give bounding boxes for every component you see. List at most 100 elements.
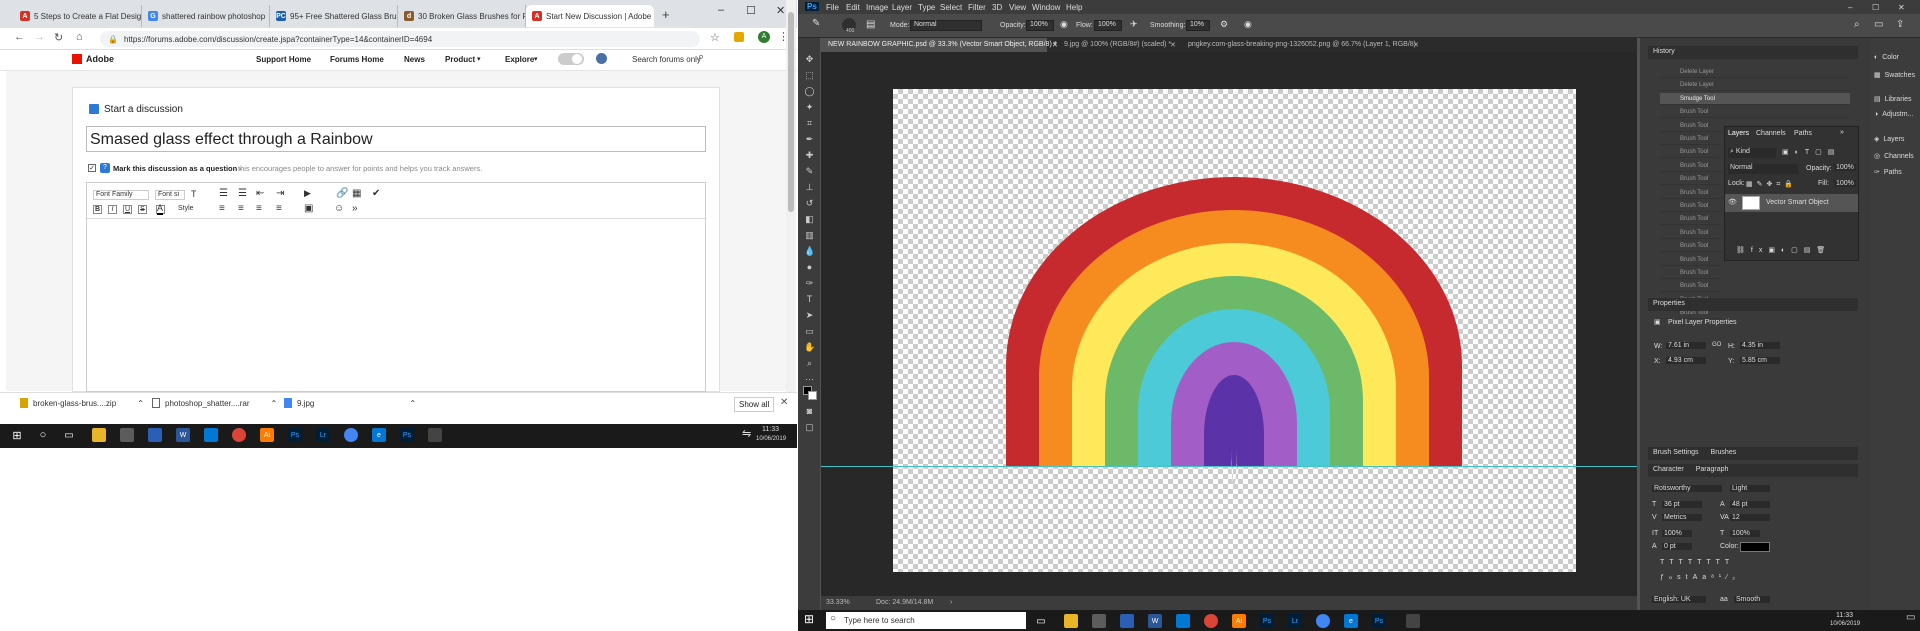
address-bar[interactable]: 🔒 https://forums.adobe.com/discussion/cre…: [100, 31, 700, 47]
photos-icon[interactable]: [1406, 614, 1420, 628]
minimize-icon[interactable]: –: [718, 4, 724, 16]
type-tool-icon[interactable]: T: [804, 294, 815, 305]
outdent-icon[interactable]: ⇤: [256, 188, 264, 199]
panel-color[interactable]: ◐ Color: [1874, 54, 1899, 61]
browser-tab[interactable]: Gshattered rainbow photoshop✕: [142, 5, 270, 27]
cortana-icon[interactable]: ○: [36, 428, 50, 442]
user-avatar-icon[interactable]: [596, 53, 607, 64]
spellcheck-icon[interactable]: ✔: [372, 188, 380, 199]
link-proportions-button[interactable]: GO: [1712, 342, 1721, 348]
close-icon[interactable]: ✕: [1170, 41, 1176, 49]
link-icon[interactable]: 🔗: [336, 188, 348, 199]
y-input[interactable]: 5.85 cm: [1740, 357, 1780, 364]
stamp-tool-icon[interactable]: ⊥: [804, 182, 815, 193]
justify-icon[interactable]: ≡: [276, 203, 282, 214]
show-all-button[interactable]: Show all: [734, 397, 775, 412]
history-item[interactable]: Brush Tool: [1660, 280, 1722, 293]
scrollbar[interactable]: [786, 0, 796, 392]
font-weight-select[interactable]: Light: [1730, 485, 1770, 492]
star-icon[interactable]: ☆: [710, 31, 720, 44]
history-item[interactable]: Brush Tool: [1660, 267, 1722, 279]
lightroom-icon[interactable]: Lr: [1288, 614, 1302, 628]
panel-adjustments[interactable]: ◑ Adjustm...: [1874, 111, 1913, 118]
menu-image[interactable]: Image: [866, 3, 888, 12]
antialias-select[interactable]: Smooth: [1734, 596, 1770, 603]
network-icon[interactable]: ⇋: [742, 427, 751, 440]
task-view-icon[interactable]: ▭: [1034, 614, 1048, 628]
style-select[interactable]: Style: [178, 205, 194, 212]
close-window-icon[interactable]: ✕: [776, 4, 785, 17]
history-item[interactable]: Brush Tool: [1660, 120, 1722, 132]
fill-input[interactable]: 100%: [1834, 180, 1856, 187]
close-icon[interactable]: ✕: [1052, 41, 1058, 49]
magic-wand-tool-icon[interactable]: ✦: [804, 102, 815, 113]
browser-tab[interactable]: d30 Broken Glass Brushes for P✕: [398, 5, 526, 27]
chevron-up-icon[interactable]: ⌃: [271, 399, 278, 408]
panel-libraries[interactable]: ▤ Libraries: [1874, 95, 1911, 104]
lightroom-icon[interactable]: Lr: [316, 428, 330, 442]
menu-window[interactable]: Window: [1032, 3, 1060, 12]
tracking-input[interactable]: 12: [1730, 514, 1770, 521]
toggle-switch[interactable]: [558, 53, 584, 65]
layer-filter-icons[interactable]: ▣◐T▢▤: [1782, 148, 1840, 156]
illustrator-icon[interactable]: Ai: [260, 428, 274, 442]
menu-select[interactable]: Select: [940, 3, 962, 12]
history-item[interactable]: Brush Tool: [1660, 213, 1722, 226]
adobe-logo-text[interactable]: Adobe: [86, 54, 114, 64]
maximize-icon[interactable]: ☐: [746, 4, 756, 17]
nav-forums-home[interactable]: Forums Home: [330, 55, 384, 64]
x-input[interactable]: 4.93 cm: [1666, 357, 1706, 364]
history-title[interactable]: History: [1653, 48, 1675, 55]
collapse-icon[interactable]: »: [1840, 129, 1844, 136]
file-explorer-icon[interactable]: [92, 428, 106, 442]
store-icon[interactable]: [120, 428, 134, 442]
profile-avatar[interactable]: A: [758, 31, 770, 43]
history-item[interactable]: Smudge Tool: [1660, 92, 1850, 105]
question-checkbox[interactable]: ✓: [88, 164, 96, 172]
chevron-up-icon[interactable]: ⌃: [409, 399, 416, 408]
panel-channels[interactable]: ◎ Channels: [1874, 152, 1914, 161]
pen-tool-icon[interactable]: ✑: [804, 278, 815, 289]
word-icon[interactable]: W: [176, 428, 190, 442]
opacity-input[interactable]: 100%: [1026, 20, 1054, 31]
back-icon[interactable]: ←: [14, 31, 25, 43]
more-icon[interactable]: »: [352, 203, 358, 214]
forward-icon[interactable]: →: [34, 31, 45, 43]
doc-tab-label[interactable]: NEW RAINBOW GRAPHIC.psd @ 33.3% (Vector …: [828, 41, 1056, 48]
layer-footer-icons[interactable]: ⛓fx▣◐▢▤🗑: [1736, 246, 1831, 254]
emoji-icon[interactable]: ☺: [334, 203, 344, 214]
nav-support-home[interactable]: Support Home: [256, 55, 311, 64]
panel-paths[interactable]: ✑ Paths: [1874, 168, 1902, 177]
search-input[interactable]: Search forums only: [632, 55, 701, 64]
new-tab-button[interactable]: +: [662, 7, 670, 22]
mode-select[interactable]: Normal: [910, 20, 982, 31]
ps-close-icon[interactable]: ✕: [1898, 3, 1905, 12]
more-tools-icon[interactable]: ⋯: [804, 374, 815, 385]
chrome-icon[interactable]: [232, 428, 246, 442]
history-item[interactable]: Brush Tool: [1660, 200, 1722, 212]
bold-button[interactable]: B: [93, 205, 102, 214]
opentype-buttons[interactable]: ƒℴstAaᵃ¹⁄₂: [1660, 573, 1740, 581]
media-icon[interactable]: ▶: [304, 188, 311, 199]
path-select-icon[interactable]: ➤: [804, 310, 815, 321]
taskbar-date[interactable]: 10/06/2019: [756, 436, 786, 442]
shape-tool-icon[interactable]: ▭: [804, 326, 815, 337]
tab-paths[interactable]: Paths: [1794, 130, 1812, 137]
menu-3d[interactable]: 3D: [992, 3, 1002, 12]
extension-icon[interactable]: [734, 32, 744, 42]
lock-icons[interactable]: ▦✎✥⌗🔒: [1746, 180, 1797, 189]
history-item[interactable]: Brush Tool: [1660, 173, 1722, 186]
file-explorer-icon[interactable]: [1064, 614, 1078, 628]
tab-channels[interactable]: Channels: [1756, 130, 1786, 137]
brush-settings-icon[interactable]: ▤: [866, 19, 875, 30]
menu-layer[interactable]: Layer: [892, 3, 912, 12]
photoshop-icon[interactable]: Ps: [1260, 614, 1274, 628]
windows-start-icon[interactable]: ⊞: [804, 612, 814, 626]
move-tool-icon[interactable]: ✥: [804, 54, 815, 65]
align-center-icon[interactable]: ≡: [238, 203, 244, 214]
properties-title[interactable]: Properties: [1653, 300, 1685, 307]
menu-view[interactable]: View: [1009, 3, 1026, 12]
browser-tab[interactable]: A5 Steps to Create a Flat Design✕: [14, 5, 142, 27]
tab-brushes[interactable]: Brushes: [1711, 449, 1737, 456]
font-size-select[interactable]: Font si: [155, 190, 185, 200]
